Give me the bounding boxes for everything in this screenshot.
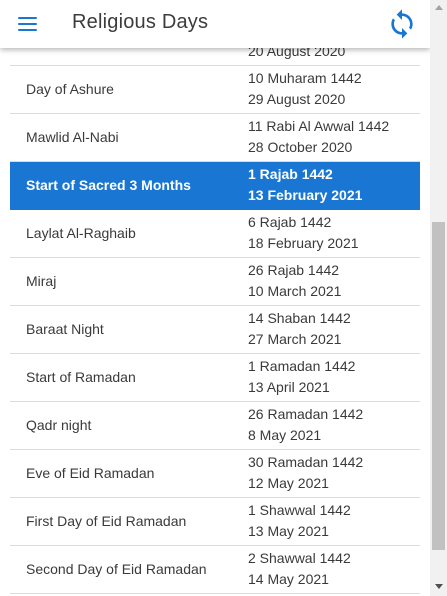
gregorian-date: 13 April 2021 bbox=[248, 379, 330, 395]
hijri-date: 11 Rabi Al Awwal 1442 bbox=[248, 118, 390, 134]
gregorian-date: 12 May 2021 bbox=[248, 475, 329, 491]
refresh-button[interactable] bbox=[386, 8, 418, 40]
page-title: Religious Days bbox=[72, 11, 209, 33]
day-name: Baraat Night bbox=[26, 321, 104, 337]
hijri-date: 26 Rajab 1442 bbox=[248, 262, 340, 278]
religious-days-list: 20 August 2020 Day of Ashure 10 Muharam … bbox=[10, 0, 420, 594]
day-name: Start of Sacred 3 Months bbox=[26, 177, 191, 193]
hijri-date: 26 Ramadan 1442 bbox=[248, 406, 364, 422]
hijri-date: 30 Ramadan 1442 bbox=[248, 454, 364, 470]
app-window: 20 August 2020 Day of Ashure 10 Muharam … bbox=[0, 0, 430, 596]
list-item-selected[interactable]: Start of Sacred 3 Months 1 Rajab 1442 13… bbox=[10, 162, 420, 210]
list-item[interactable]: Laylat Al-Raghaib 6 Rajab 1442 18 Februa… bbox=[10, 210, 420, 258]
scroll-up-arrow-icon[interactable] bbox=[430, 0, 447, 14]
gregorian-date: 14 May 2021 bbox=[248, 571, 329, 587]
list-item[interactable]: Eve of Eid Ramadan 30 Ramadan 1442 12 Ma… bbox=[10, 450, 420, 498]
scrollbar-thumb[interactable] bbox=[432, 222, 445, 550]
vertical-scrollbar[interactable] bbox=[430, 0, 447, 596]
gregorian-date: 27 March 2021 bbox=[248, 331, 342, 347]
day-name: Qadr night bbox=[26, 417, 92, 433]
day-name: Laylat Al-Raghaib bbox=[26, 225, 136, 241]
hijri-date: 2 Shawwal 1442 bbox=[248, 550, 351, 566]
gregorian-date: 13 February 2021 bbox=[248, 187, 363, 203]
gregorian-date: 10 March 2021 bbox=[248, 283, 342, 299]
list-item[interactable]: Miraj 26 Rajab 1442 10 March 2021 bbox=[10, 258, 420, 306]
menu-button[interactable] bbox=[10, 8, 46, 40]
list-item[interactable]: First Day of Eid Ramadan 1 Shawwal 1442 … bbox=[10, 498, 420, 546]
day-name: Miraj bbox=[26, 273, 57, 289]
hijri-date: 6 Rajab 1442 bbox=[248, 214, 332, 230]
app-bar: Religious Days bbox=[0, 0, 430, 48]
day-name: Day of Ashure bbox=[26, 81, 114, 97]
hijri-date: 14 Shaban 1442 bbox=[248, 310, 351, 326]
list-item[interactable]: Day of Ashure 10 Muharam 1442 29 August … bbox=[10, 66, 420, 114]
list-item[interactable]: Second Day of Eid Ramadan 2 Shawwal 1442… bbox=[10, 546, 420, 594]
hijri-date: 1 Shawwal 1442 bbox=[248, 502, 351, 518]
scroll-down-arrow-icon[interactable] bbox=[430, 580, 447, 594]
hijri-date: 1 Rajab 1442 bbox=[248, 166, 333, 182]
list-item[interactable]: Qadr night 26 Ramadan 1442 8 May 2021 bbox=[10, 402, 420, 450]
gregorian-date: 29 August 2020 bbox=[248, 91, 346, 107]
gregorian-date: 18 February 2021 bbox=[248, 235, 359, 251]
day-name: First Day of Eid Ramadan bbox=[26, 513, 187, 529]
hijri-date: 1 Ramadan 1442 bbox=[248, 358, 356, 374]
gregorian-date: 8 May 2021 bbox=[248, 427, 322, 443]
list-item[interactable]: Start of Ramadan 1 Ramadan 1442 13 April… bbox=[10, 354, 420, 402]
gregorian-date: 13 May 2021 bbox=[248, 523, 329, 539]
list-item[interactable]: Mawlid Al-Nabi 11 Rabi Al Awwal 1442 28 … bbox=[10, 114, 420, 162]
day-name: Second Day of Eid Ramadan bbox=[26, 561, 207, 577]
gregorian-date: 28 October 2020 bbox=[248, 139, 353, 155]
hijri-date: 10 Muharam 1442 bbox=[248, 70, 362, 86]
refresh-icon bbox=[391, 9, 413, 39]
day-name: Start of Ramadan bbox=[26, 369, 136, 385]
list-item[interactable]: Baraat Night 14 Shaban 1442 27 March 202… bbox=[10, 306, 420, 354]
day-name: Mawlid Al-Nabi bbox=[26, 129, 119, 145]
day-name: Eve of Eid Ramadan bbox=[26, 465, 155, 481]
